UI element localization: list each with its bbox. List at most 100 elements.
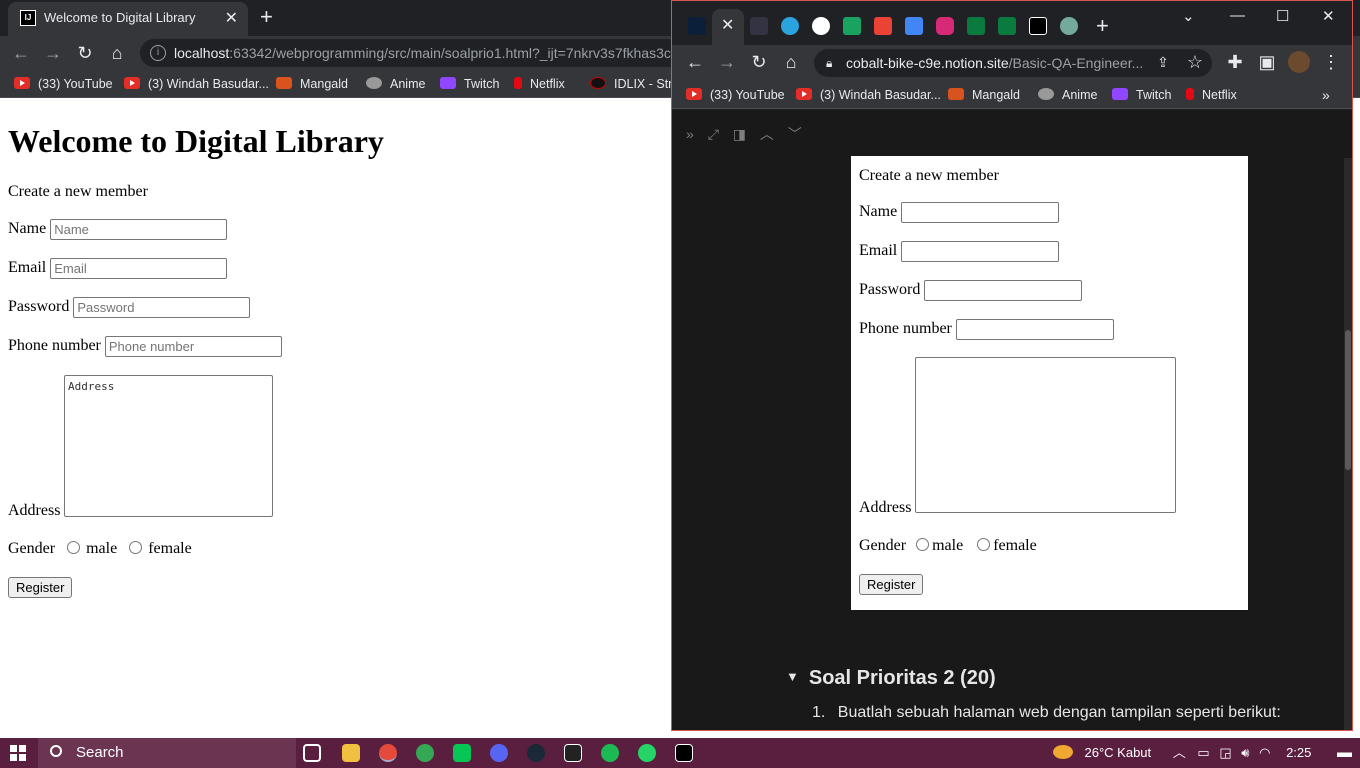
bookmark-netflix[interactable]: Netflix <box>514 75 565 93</box>
bookmark-netflix[interactable]: Netflix <box>1186 86 1237 104</box>
chrome-profile-icon[interactable] <box>416 744 434 762</box>
email-row: Email <box>859 241 1060 262</box>
telegram-icon[interactable] <box>781 17 799 35</box>
address-textarea[interactable]: Address <box>64 375 273 517</box>
bookmark-twitch[interactable]: Twitch <box>1112 86 1171 104</box>
intellij-icon[interactable] <box>1029 17 1047 35</box>
bookmark-anime[interactable]: Anime <box>1038 86 1097 104</box>
female-radio[interactable] <box>129 541 143 554</box>
tab-search-icon[interactable]: ⌄ <box>1182 7 1195 25</box>
tab-favicon-icon[interactable] <box>750 17 768 35</box>
name-input <box>901 202 1060 223</box>
left-page-content: Welcome to Digital Library Create a new … <box>0 99 672 738</box>
netflix-icon <box>1186 88 1194 100</box>
bookmarks-overflow-button[interactable]: » <box>1322 86 1330 104</box>
chrome-icon[interactable] <box>379 744 397 762</box>
side-panel-icon[interactable]: ▣ <box>1256 51 1278 73</box>
forward-icon[interactable]: → <box>42 42 64 64</box>
bookmark-star-icon[interactable]: ☆ <box>1184 51 1206 73</box>
google-calendar-icon[interactable] <box>905 17 923 35</box>
extensions-icon[interactable]: ✚ <box>1224 51 1246 73</box>
gmail-icon[interactable] <box>874 17 892 35</box>
tab-favicon-icon[interactable] <box>688 17 706 35</box>
expand-icon[interactable]: ⤢ <box>708 126 719 142</box>
home-icon[interactable]: ⌂ <box>106 42 128 64</box>
new-tab-icon[interactable]: + <box>260 4 273 30</box>
forward-icon[interactable]: → <box>716 51 738 73</box>
chatgpt-icon[interactable] <box>1060 17 1078 35</box>
share-icon[interactable]: ⇪ <box>1152 51 1174 73</box>
bookmark-mangald[interactable]: Mangald <box>276 75 348 93</box>
open-side-peek-icon[interactable]: ◨ <box>733 126 746 142</box>
w-site-icon[interactable] <box>998 17 1016 35</box>
meet-now-icon[interactable]: ▭ <box>1197 745 1209 760</box>
male-radio[interactable] <box>67 541 81 554</box>
spotify-icon[interactable] <box>601 744 619 762</box>
password-input[interactable]: Password <box>73 297 251 318</box>
next-icon[interactable]: ﹀ <box>788 126 802 142</box>
profile-avatar-icon[interactable] <box>1288 51 1310 73</box>
phone-input <box>955 319 1114 340</box>
phone-input[interactable]: Phone number <box>104 336 282 357</box>
steam-icon[interactable] <box>527 744 545 762</box>
close-window-icon[interactable]: ✕ <box>1322 7 1335 25</box>
github-icon[interactable] <box>812 17 830 35</box>
scrollbar-thumb[interactable] <box>1345 330 1351 470</box>
minimize-icon[interactable]: — <box>1230 7 1245 24</box>
w-site-icon[interactable] <box>967 17 985 35</box>
notifications-icon[interactable]: ▬ <box>1337 744 1352 761</box>
reload-icon[interactable]: ↻ <box>748 51 770 73</box>
new-tab-icon[interactable]: + <box>1096 13 1109 39</box>
bookmark-youtube[interactable]: (33) YouTube <box>14 75 113 93</box>
home-icon[interactable]: ⌂ <box>780 51 802 73</box>
bookmark-youtube[interactable]: (33) YouTube <box>686 86 785 104</box>
bookmark-windah[interactable]: (3) Windah Basudar... <box>124 75 269 93</box>
close-tab-icon[interactable]: ✕ <box>721 15 734 35</box>
clock[interactable]: 2:25 <box>1286 745 1311 760</box>
intellij-icon[interactable] <box>675 744 693 762</box>
windows-start-icon[interactable] <box>10 745 26 761</box>
notion-page: » ⤢ ◨ ︿ ﹀ Create a new member Name Email… <box>672 110 1352 730</box>
instagram-icon[interactable] <box>936 17 954 35</box>
toggle-triangle-icon[interactable]: ▼ <box>786 669 799 684</box>
back-icon[interactable]: ← <box>684 51 706 73</box>
file-explorer-icon[interactable] <box>342 744 360 762</box>
volume-icon[interactable]: 🔊︎ <box>1241 745 1249 760</box>
line-icon[interactable] <box>453 744 471 762</box>
wifi-icon[interactable]: ◠ <box>1259 745 1270 760</box>
maximize-icon[interactable]: ☐ <box>1276 7 1289 25</box>
epic-games-icon[interactable] <box>564 744 582 762</box>
active-tab[interactable]: ✕ <box>712 9 744 45</box>
right-browser-window: ✕ + ⌄ — ☐ ✕ ← → ↻ ⌂ 🔒︎ cobalt-bike-c9e.n… <box>671 0 1353 731</box>
menu-kebab-icon[interactable]: ⋮ <box>1320 51 1342 73</box>
weather-icon[interactable] <box>1052 745 1073 759</box>
show-hidden-icons-icon[interactable]: ︿ <box>1173 745 1186 760</box>
google-sheets-icon[interactable] <box>843 17 861 35</box>
discord-icon[interactable] <box>490 744 508 762</box>
bookmark-mangald[interactable]: Mangald <box>948 86 1020 104</box>
taskbar-search[interactable]: Search <box>38 738 296 768</box>
email-input[interactable]: Email <box>50 258 228 279</box>
whatsapp-icon[interactable] <box>638 744 656 762</box>
bookmark-windah[interactable]: (3) Windah Basudar... <box>796 86 941 104</box>
reload-icon[interactable]: ↻ <box>74 42 96 64</box>
close-tab-icon[interactable]: ✕ <box>225 8 238 28</box>
previous-icon[interactable]: ︿ <box>760 126 774 142</box>
bookmark-twitch[interactable]: Twitch <box>440 75 499 93</box>
close-peek-icon[interactable]: » <box>686 126 694 142</box>
weather-text[interactable]: 26°C Kabut <box>1085 745 1152 760</box>
network-icon[interactable]: ◲ <box>1219 745 1231 760</box>
phone-label: Phone number <box>8 337 101 355</box>
back-icon[interactable]: ← <box>10 42 32 64</box>
email-row: Email Email <box>8 258 228 279</box>
bookmark-idlix[interactable]: IDLIX - Stre <box>590 75 679 93</box>
section-title: Soal Prioritas 2 (20) <box>808 667 996 689</box>
toggle-heading[interactable]: ▼ Soal Prioritas 2 (20) <box>786 667 996 690</box>
name-input[interactable]: Name <box>50 219 228 240</box>
tab-welcome-digital-library[interactable]: IJ Welcome to Digital Library ✕ <box>8 2 248 36</box>
site-info-icon[interactable]: i <box>150 45 166 61</box>
register-button[interactable]: Register <box>8 577 73 598</box>
list-number: 1. <box>812 704 826 721</box>
bookmark-anime[interactable]: Anime <box>366 75 425 93</box>
task-view-icon[interactable] <box>303 744 321 762</box>
